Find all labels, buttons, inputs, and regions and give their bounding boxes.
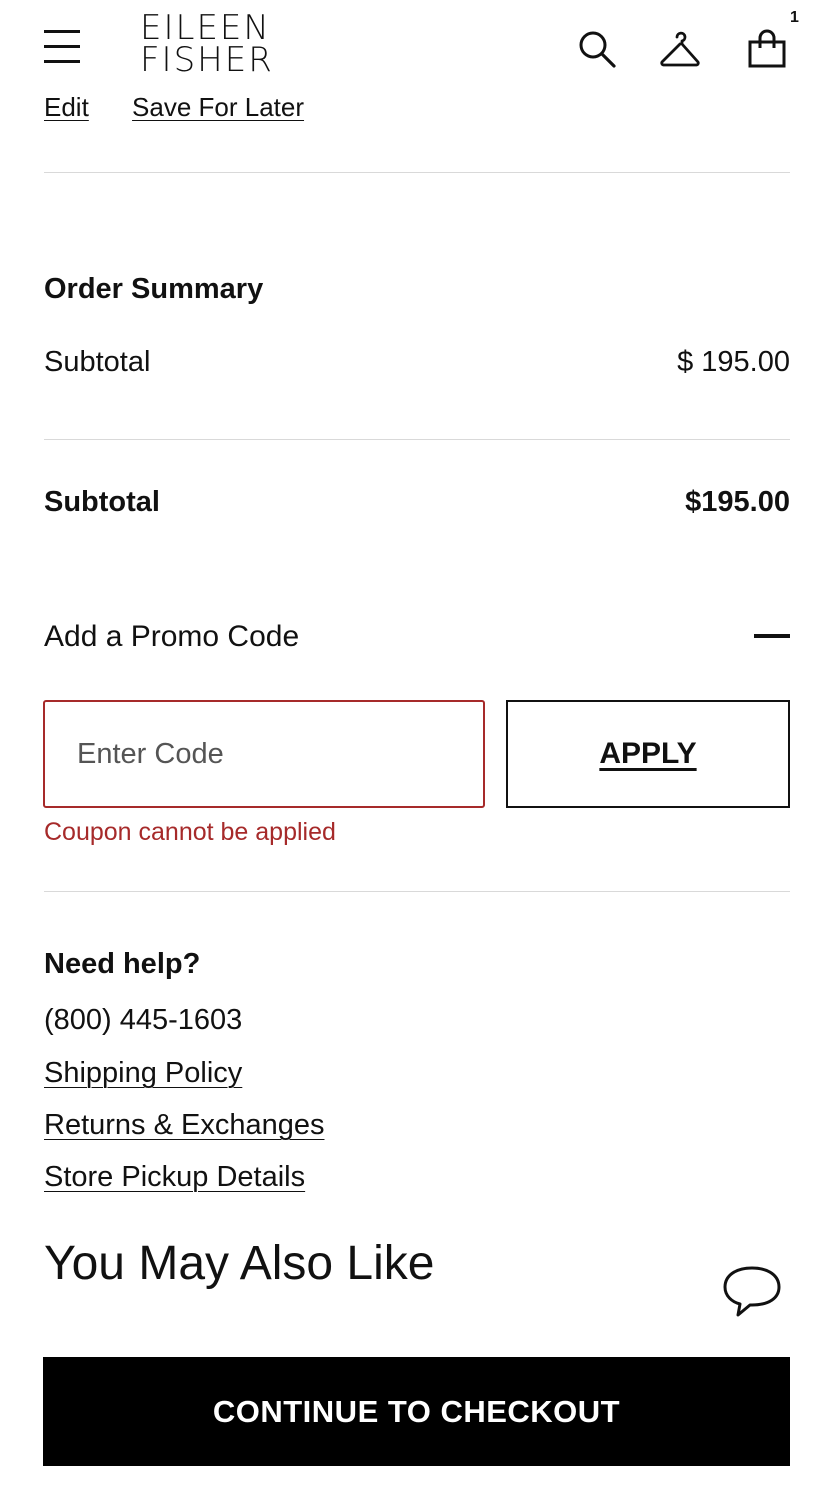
total-row: Subtotal $195.00 [44, 486, 790, 519]
subtotal-row: Subtotal $ 195.00 [44, 346, 790, 379]
hanger-icon[interactable] [659, 28, 701, 70]
total-value: $195.00 [685, 486, 790, 518]
edit-link[interactable]: Edit [44, 92, 89, 122]
divider [44, 172, 790, 173]
divider [44, 891, 790, 892]
minus-icon[interactable] [754, 634, 790, 638]
help-phone[interactable]: (800) 445-1603 [44, 1004, 242, 1037]
help-title: Need help? [44, 948, 201, 980]
bag-count-badge: 1 [790, 9, 799, 26]
shopping-bag-icon[interactable] [746, 28, 788, 70]
total-label: Subtotal [44, 486, 160, 518]
divider [44, 439, 790, 440]
item-actions: Edit Save For Later [44, 92, 340, 123]
search-icon[interactable] [576, 28, 618, 70]
save-for-later-link[interactable]: Save For Later [132, 92, 304, 122]
store-pickup-link[interactable]: Store Pickup Details [44, 1161, 305, 1194]
subtotal-label: Subtotal [44, 346, 151, 378]
continue-to-checkout-button[interactable]: CONTINUE TO CHECKOUT [43, 1357, 790, 1466]
promo-title: Add a Promo Code [44, 620, 300, 653]
logo-line-2: FISHER [140, 40, 274, 80]
recommendations-title: You May Also Like [44, 1237, 435, 1290]
apply-button[interactable]: APPLY [506, 700, 790, 808]
shipping-policy-link[interactable]: Shipping Policy [44, 1057, 242, 1090]
returns-exchanges-link[interactable]: Returns & Exchanges [44, 1109, 324, 1142]
promo-code-toggle[interactable]: Add a Promo Code [44, 620, 790, 654]
order-summary-title: Order Summary [44, 273, 264, 305]
brand-logo[interactable]: EILEEN FISHER [140, 11, 274, 80]
promo-error-message: Coupon cannot be applied [44, 818, 336, 846]
site-header: EILEEN FISHER 1 [0, 0, 833, 90]
chat-icon[interactable] [720, 1262, 784, 1322]
cart-page: EILEEN FISHER 1 Edit Save For Later Orde… [0, 0, 833, 1500]
menu-icon[interactable] [44, 30, 80, 64]
promo-code-input[interactable] [43, 700, 485, 808]
subtotal-value: $ 195.00 [677, 346, 790, 378]
